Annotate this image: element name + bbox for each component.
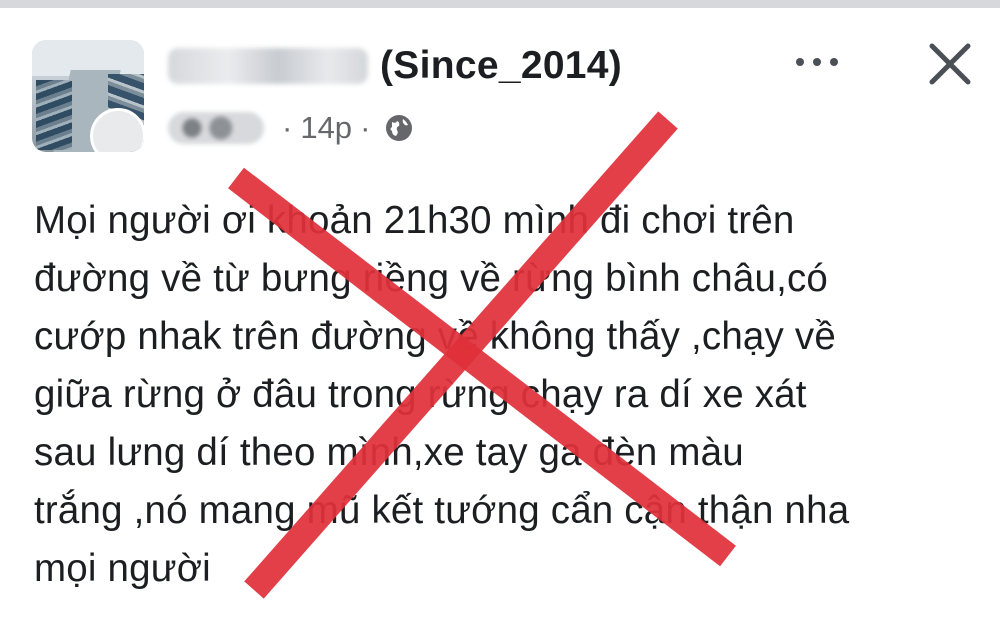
author-avatar-badge [90, 108, 144, 152]
post-body: Mọi người ơi khoản 21h30 mình đi chơi tr… [34, 192, 984, 598]
post-line: sau lưng dí theo mình,xe tay ga đèn màu [34, 431, 744, 474]
page-name-text: (Since_2014) [380, 44, 623, 87]
screenshot: (Since_2014) · 14p · Mọi người ơi khoản … [0, 0, 1000, 631]
close-button[interactable] [924, 38, 976, 90]
redacted-name [168, 48, 368, 84]
post-line: đường về từ bưng riềng về rừng bình châu… [34, 257, 829, 300]
more-options-icon [796, 58, 804, 66]
post-line: cướp nhak trên đường về không thấy ,chạy… [34, 315, 836, 358]
top-divider [0, 0, 1000, 8]
close-icon [929, 43, 971, 85]
redacted-author [168, 112, 264, 144]
post-timestamp[interactable]: 14p [300, 110, 352, 146]
post-line: giữa rừng ở đâu trong rừng chạy ra dí xe… [34, 373, 807, 416]
page-name-link[interactable]: (Since_2014) [168, 44, 622, 88]
post-meta: · 14p · [168, 108, 414, 148]
post-line: mọi người [34, 547, 211, 590]
globe-icon [384, 113, 414, 143]
post-line: Mọi người ơi khoản 21h30 mình đi chơi tr… [34, 199, 795, 242]
page-avatar[interactable] [32, 40, 144, 152]
post-line: trắng ,nó mang mũ kết tướng cẩn cận thận… [34, 489, 850, 532]
more-options-button[interactable] [790, 48, 844, 76]
